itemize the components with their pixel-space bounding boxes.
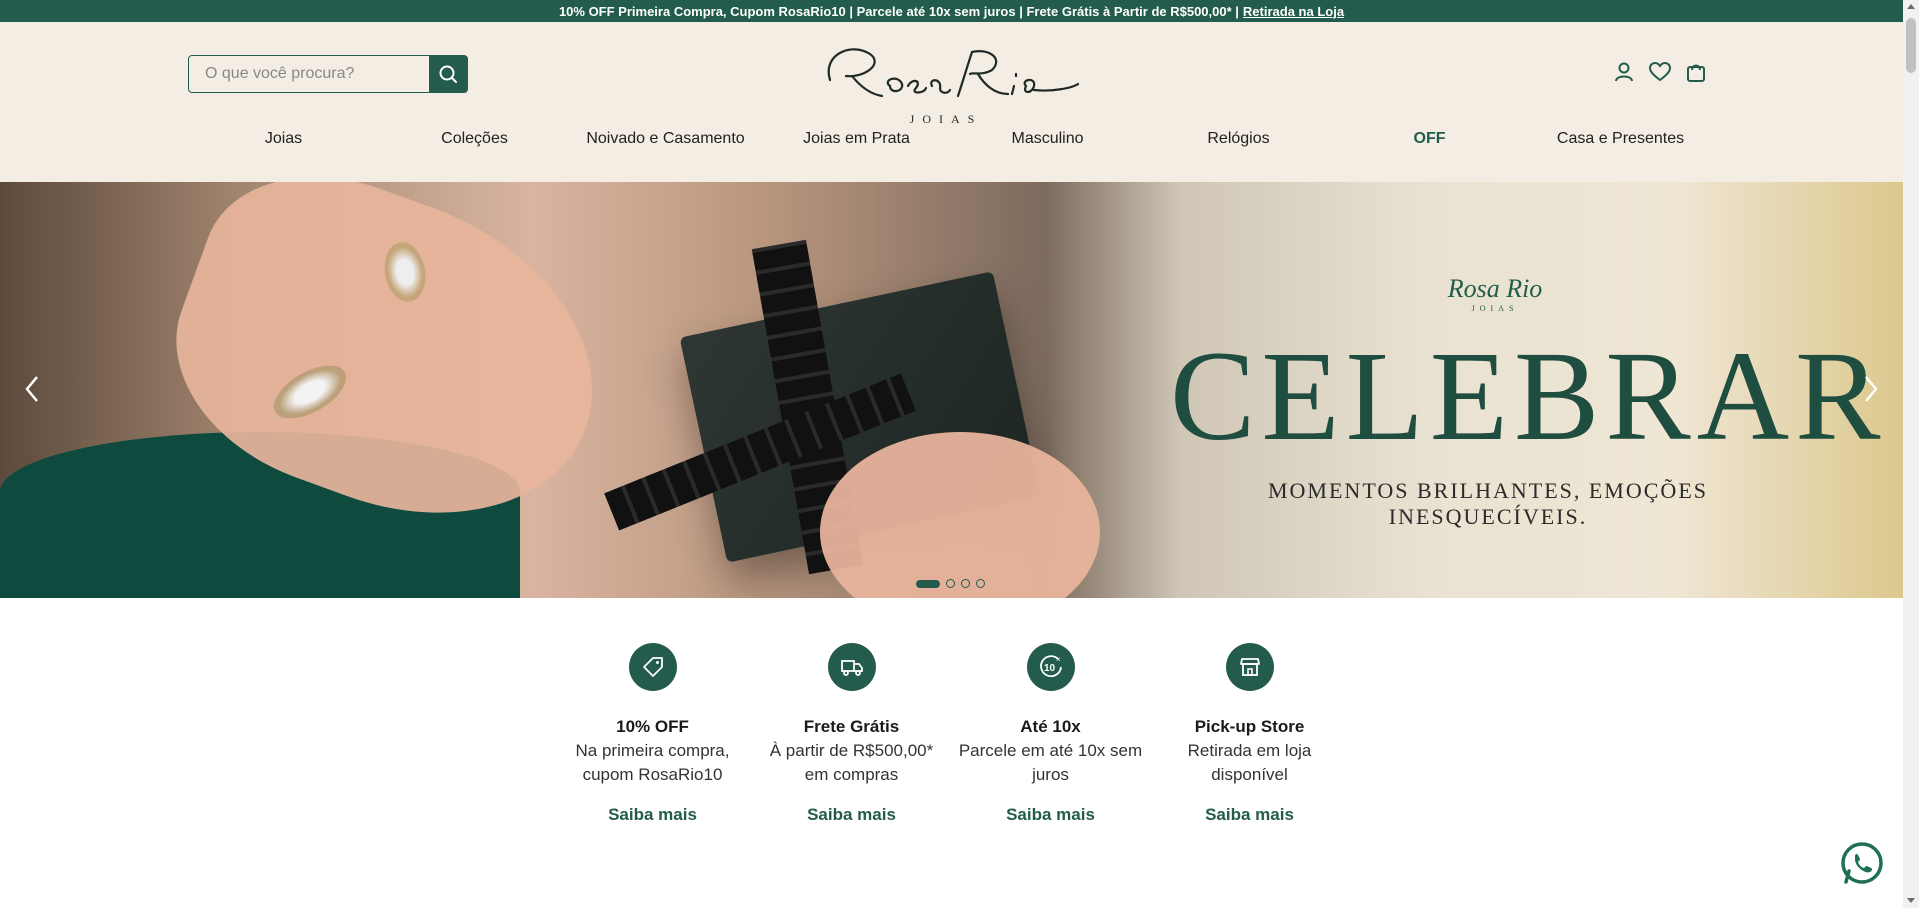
search-box [188,55,468,93]
whatsapp-icon [1841,842,1883,884]
benefit-saiba-mais-link[interactable]: Saiba mais [807,805,896,825]
site-header: JOIAS Joias Coleções Noivado e Casamento… [0,22,1903,182]
benefit-free-shipping: Frete Grátis À partir de R$500,00* em co… [752,643,951,825]
promo-topbar: 10% OFF Primeira Compra, Cupom RosaRio10… [0,0,1903,22]
nav-item-relogios[interactable]: Relógios [1143,130,1334,148]
hero-title: CELEBRAR [1170,325,1887,467]
hero-subtitle: MOMENTOS BRILHANTES, EMOÇÕES INESQUECÍVE… [1267,478,1708,529]
hero-banner[interactable]: Rosa Rio JOIAS CELEBRAR MOMENTOS BRILHAN… [0,182,1903,598]
account-button[interactable] [1612,60,1636,84]
benefit-text: Retirada em loja disponível [1187,741,1312,784]
carousel-dots [916,579,985,588]
search-input[interactable] [189,56,429,92]
hero-brand-logo: Rosa Rio JOIAS [1420,274,1570,313]
benefit-title: Até 10x [1020,717,1081,736]
scrollbar-thumb[interactable] [1906,18,1916,73]
whatsapp-button[interactable] [1838,840,1886,888]
header-actions [1612,60,1708,84]
nav-item-masculino[interactable]: Masculino [952,130,1143,148]
benefit-saiba-mais-link[interactable]: Saiba mais [1205,805,1294,825]
search-button[interactable] [429,56,467,92]
benefit-installments: 10 × Até 10x Parcele em até 10x sem juro… [951,643,1150,825]
chevron-left-icon [25,376,38,402]
benefit-icon-wrap [1225,643,1274,691]
benefit-icon-wrap: 10 × [1026,643,1075,691]
truck-icon [840,660,863,676]
wishlist-button[interactable] [1648,60,1672,84]
installments-icon: 10 × [1039,655,1062,678]
benefit-pickup-store: Pick-up Store Retirada em loja disponíve… [1150,643,1349,825]
hero-brand-sub: JOIAS [1471,304,1519,313]
nav-item-off[interactable]: OFF [1334,130,1525,148]
benefit-title: 10% OFF [616,717,689,736]
benefit-title: Pick-up Store [1194,717,1305,736]
nav-item-joias[interactable]: Joias [188,130,379,148]
nav-item-casa-presentes[interactable]: Casa e Presentes [1525,130,1716,148]
tag-icon [642,657,663,677]
benefit-saiba-mais-link[interactable]: Saiba mais [608,805,697,825]
user-icon [1615,62,1633,82]
scroll-down-arrow[interactable] [1907,898,1915,903]
nav-item-joias-prata[interactable]: Joias em Prata [761,130,952,148]
hero-brand-name: Rosa Rio [1447,274,1543,303]
carousel-dot-4[interactable] [976,579,985,588]
benefit-text: Parcele em até 10x sem juros [958,741,1143,784]
heart-icon [1648,61,1672,82]
chevron-right-icon [1865,376,1878,402]
benefit-text: À partir de R$500,00* em compras [769,741,934,784]
search-icon [439,65,457,83]
logo-script [827,48,1080,98]
cart-icon [1687,64,1705,82]
carousel-next-button[interactable] [1859,374,1883,404]
benefit-discount: 10% OFF Na primeira compra, cupom RosaRi… [553,643,752,825]
benefit-title: Frete Grátis [803,717,900,736]
main-nav: Joias Coleções Noivado e Casamento Joias… [188,130,1716,148]
promo-text: 10% OFF Primeira Compra, Cupom RosaRio10… [558,3,1239,19]
svg-text:×: × [1056,655,1061,664]
carousel-dot-1[interactable] [916,579,940,588]
carousel-prev-button[interactable] [20,374,44,404]
logo-subtitle: JOIAS [909,112,983,126]
benefit-text: Na primeira compra, cupom RosaRio10 [575,741,730,784]
svg-text:10: 10 [1044,663,1056,674]
carousel-dot-3[interactable] [961,579,970,588]
benefit-icon-wrap [827,643,876,691]
benefits-section: 10% OFF Na primeira compra, cupom RosaRi… [553,643,1349,825]
pickup-link[interactable]: Retirada na Loja [1243,4,1344,19]
store-icon [1239,658,1260,676]
benefit-icon-wrap [628,643,677,691]
carousel-dot-2[interactable] [946,579,955,588]
cart-button[interactable] [1684,60,1708,84]
site-logo[interactable]: JOIAS [812,34,1080,126]
page-scrollbar[interactable] [1903,0,1919,908]
nav-item-noivado-casamento[interactable]: Noivado e Casamento [570,130,761,148]
benefit-saiba-mais-link[interactable]: Saiba mais [1006,805,1095,825]
scroll-up-arrow[interactable] [1907,4,1915,9]
nav-item-colecoes[interactable]: Coleções [379,130,570,148]
